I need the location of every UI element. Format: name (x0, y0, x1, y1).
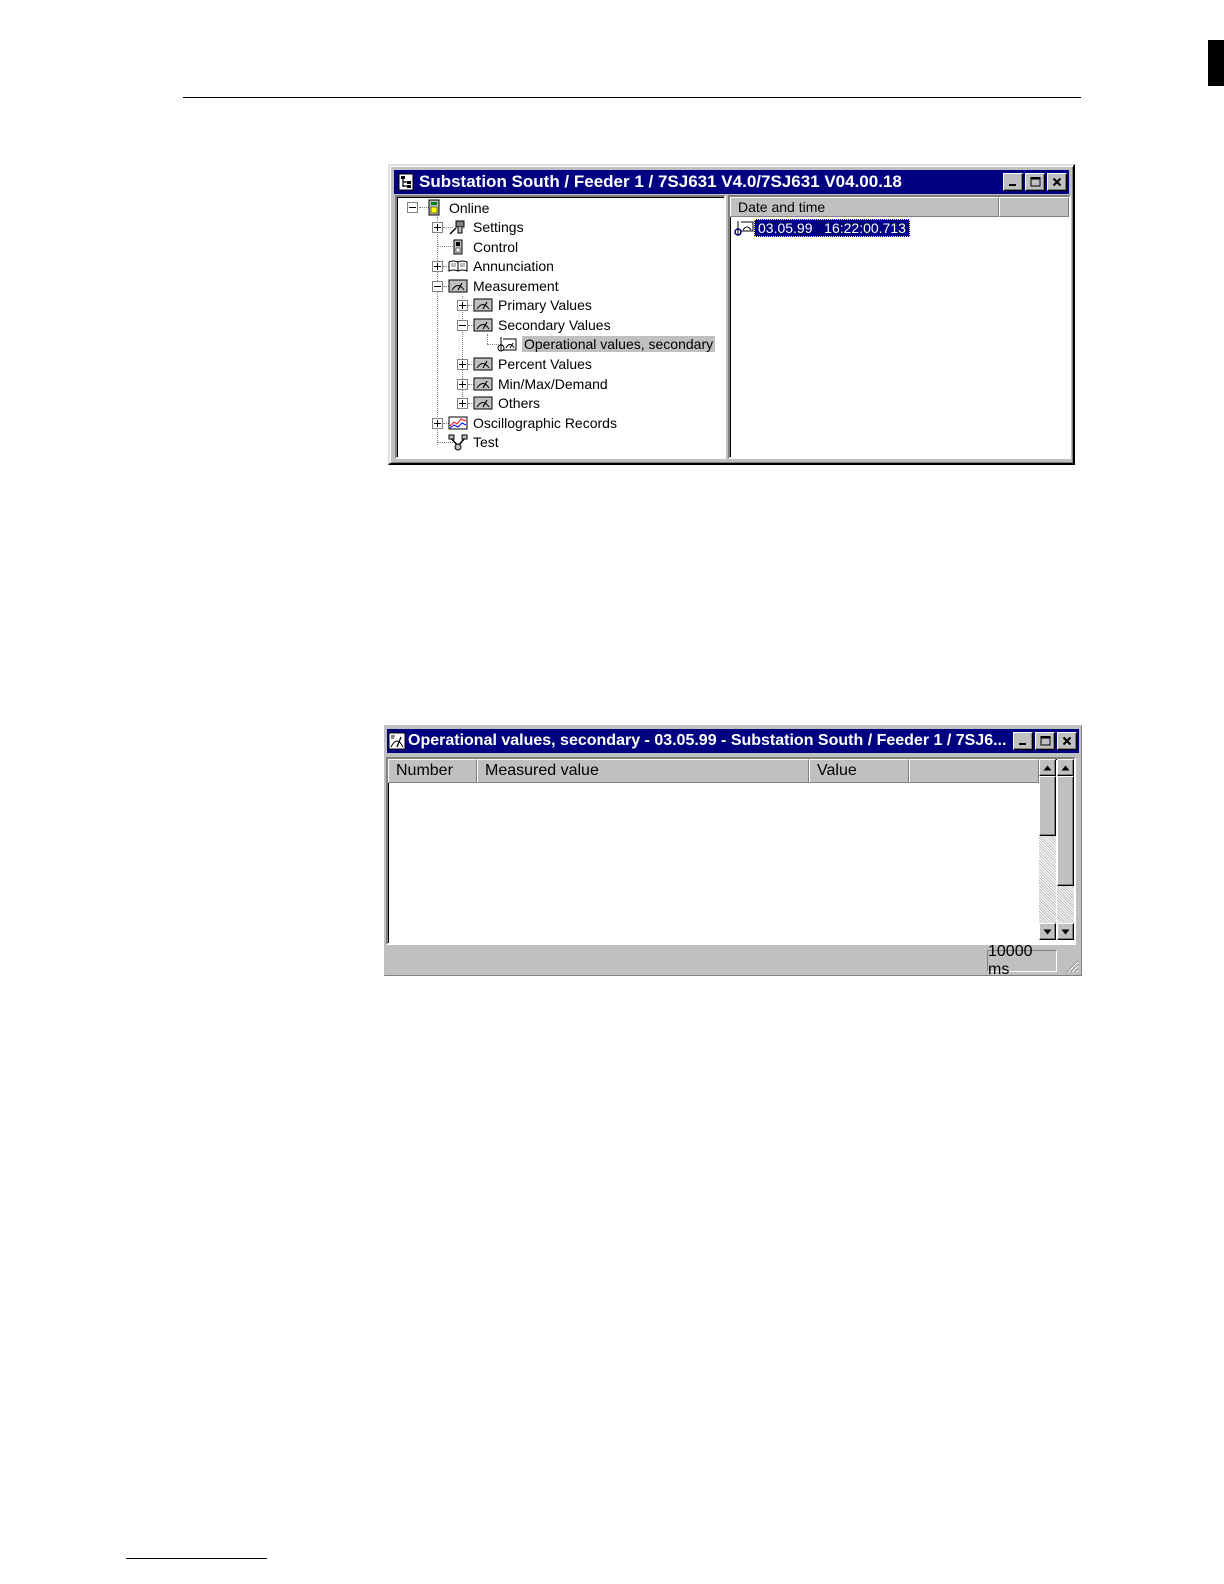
meter-icon (473, 317, 493, 333)
tree-item-operational-values-secondary[interactable]: Operational values, secondary (497, 334, 716, 353)
values-window-titlebar[interactable]: Operational values, secondary - 03.05.99… (387, 729, 1079, 753)
inner-scroll-up-button[interactable] (1039, 759, 1056, 776)
tree-item-online[interactable]: Online (424, 198, 489, 217)
meter-icon (473, 356, 493, 372)
meter-pin-icon (497, 336, 517, 352)
navigation-tree[interactable]: Online Settings Control Annunciation Mea… (395, 195, 726, 459)
tree-item-annunciation[interactable]: Annunciation (448, 256, 554, 275)
tree-item-label: Operational values, secondary (522, 335, 716, 352)
tree-item-label: Percent Values (498, 355, 592, 372)
tree-item-label: Online (449, 199, 490, 216)
column-header-date-time[interactable]: Date and time (730, 197, 999, 217)
refresh-interval: 10000 ms (987, 943, 1057, 978)
maximize-icon (1040, 736, 1050, 746)
measurement-window-icon (388, 732, 406, 750)
waveform-chart-icon (448, 415, 468, 431)
settings-tool-icon (448, 219, 468, 235)
tree-item-others[interactable]: Others (473, 393, 540, 412)
meter-icon (473, 297, 493, 313)
column-header-empty[interactable] (909, 759, 1039, 783)
meter-icon (448, 278, 468, 294)
minimize-button[interactable] (1003, 173, 1023, 191)
tree-item-label: Test (473, 433, 499, 450)
scroll-up-arrow-icon (1061, 765, 1070, 770)
tree-item-test[interactable]: Test (448, 432, 499, 451)
column-header-measured-value[interactable]: Measured value (477, 759, 809, 783)
outer-scroll-thumb[interactable] (1057, 776, 1074, 886)
test-probe-icon (448, 434, 468, 450)
expand-percent-values-toggle[interactable] (457, 359, 468, 370)
list-item[interactable]: 03.05.99 16:22:00.713 (734, 219, 910, 237)
tree-item-control[interactable]: Control (448, 237, 518, 256)
tree-item-label: Annunciation (473, 257, 554, 274)
tree-window-icon (397, 173, 415, 191)
control-switch-icon (448, 239, 468, 255)
tree-item-percent-values[interactable]: Percent Values (473, 354, 592, 373)
maximize-button[interactable] (1035, 732, 1055, 750)
tree-item-label: Others (498, 394, 541, 411)
values-window: Operational values, secondary - 03.05.99… (384, 725, 1082, 978)
side-tab-marker (1208, 40, 1224, 86)
tree-item-label: Control (473, 238, 519, 255)
minimize-button[interactable] (1013, 732, 1033, 750)
tree-item-oscillographic-records[interactable]: Oscillographic Records (448, 413, 617, 432)
device-icon (424, 199, 444, 216)
expand-min-max-demand-toggle[interactable] (457, 379, 468, 390)
record-date: 03.05.99 (758, 220, 813, 236)
expand-oscillographic-records-toggle[interactable] (432, 418, 443, 429)
outer-scroll-up-button[interactable] (1057, 759, 1074, 776)
record-pin-icon (734, 219, 754, 237)
expand-settings-toggle[interactable] (432, 222, 443, 233)
close-icon (1052, 177, 1062, 187)
tree-item-primary-values[interactable]: Primary Values (473, 295, 592, 314)
tree-item-secondary-values[interactable]: Secondary Values (473, 315, 611, 334)
close-icon (1062, 736, 1072, 746)
inner-scroll-thumb[interactable] (1039, 776, 1056, 836)
footer-rule (126, 1558, 267, 1559)
tree-item-label: Secondary Values (498, 316, 611, 333)
device-window: Substation South / Feeder 1 / 7SJ631 V4.… (388, 164, 1075, 465)
scroll-down-arrow-icon (1061, 929, 1070, 934)
tree-item-label: Measurement (473, 277, 559, 294)
maximize-button[interactable] (1025, 173, 1045, 191)
scroll-down-arrow-icon (1043, 929, 1052, 934)
tree-item-label: Min/Max/Demand (498, 375, 608, 392)
resize-grip-icon[interactable] (1065, 959, 1079, 973)
outer-scroll-down-button[interactable] (1057, 923, 1074, 940)
tree-item-label: Settings (473, 218, 524, 235)
meter-icon (473, 395, 493, 411)
maximize-icon (1030, 177, 1040, 187)
scroll-up-arrow-icon (1043, 765, 1052, 770)
close-button[interactable] (1057, 732, 1077, 750)
expand-annunciation-toggle[interactable] (432, 261, 443, 272)
open-book-icon (448, 258, 468, 274)
header-rule (183, 97, 1081, 98)
expand-others-toggle[interactable] (457, 398, 468, 409)
collapse-online-toggle[interactable] (407, 202, 418, 213)
column-header-value[interactable]: Value (809, 759, 909, 783)
inner-scroll-down-button[interactable] (1039, 923, 1056, 940)
tree-item-min-max-demand[interactable]: Min/Max/Demand (473, 374, 608, 393)
measured-values-table[interactable]: Number Measured value Value (386, 757, 1076, 945)
close-button[interactable] (1047, 173, 1067, 191)
collapse-measurement-toggle[interactable] (432, 281, 443, 292)
minimize-icon (1019, 743, 1026, 745)
column-header-number[interactable]: Number (388, 759, 477, 783)
tree-item-label: Oscillographic Records (473, 414, 617, 431)
expand-primary-values-toggle[interactable] (457, 300, 468, 311)
records-list[interactable]: Date and time 03.05.99 16:22:00.713 (728, 195, 1071, 459)
tree-item-settings[interactable]: Settings (448, 217, 524, 236)
meter-icon (473, 376, 493, 392)
tree-item-label: Primary Values (498, 296, 592, 313)
minimize-icon (1009, 184, 1016, 186)
record-time: 16:22:00.713 (824, 220, 906, 236)
status-bar: 10000 ms (385, 943, 1081, 978)
record-datetime: 03.05.99 16:22:00.713 (754, 219, 910, 237)
tree-item-measurement[interactable]: Measurement (448, 276, 559, 295)
device-window-title: Substation South / Feeder 1 / 7SJ631 V4.… (419, 172, 902, 191)
collapse-secondary-values-toggle[interactable] (457, 320, 468, 331)
values-window-title: Operational values, secondary - 03.05.99… (408, 732, 1007, 749)
column-header-empty[interactable] (999, 197, 1069, 217)
device-window-titlebar[interactable]: Substation South / Feeder 1 / 7SJ631 V4.… (394, 170, 1069, 194)
